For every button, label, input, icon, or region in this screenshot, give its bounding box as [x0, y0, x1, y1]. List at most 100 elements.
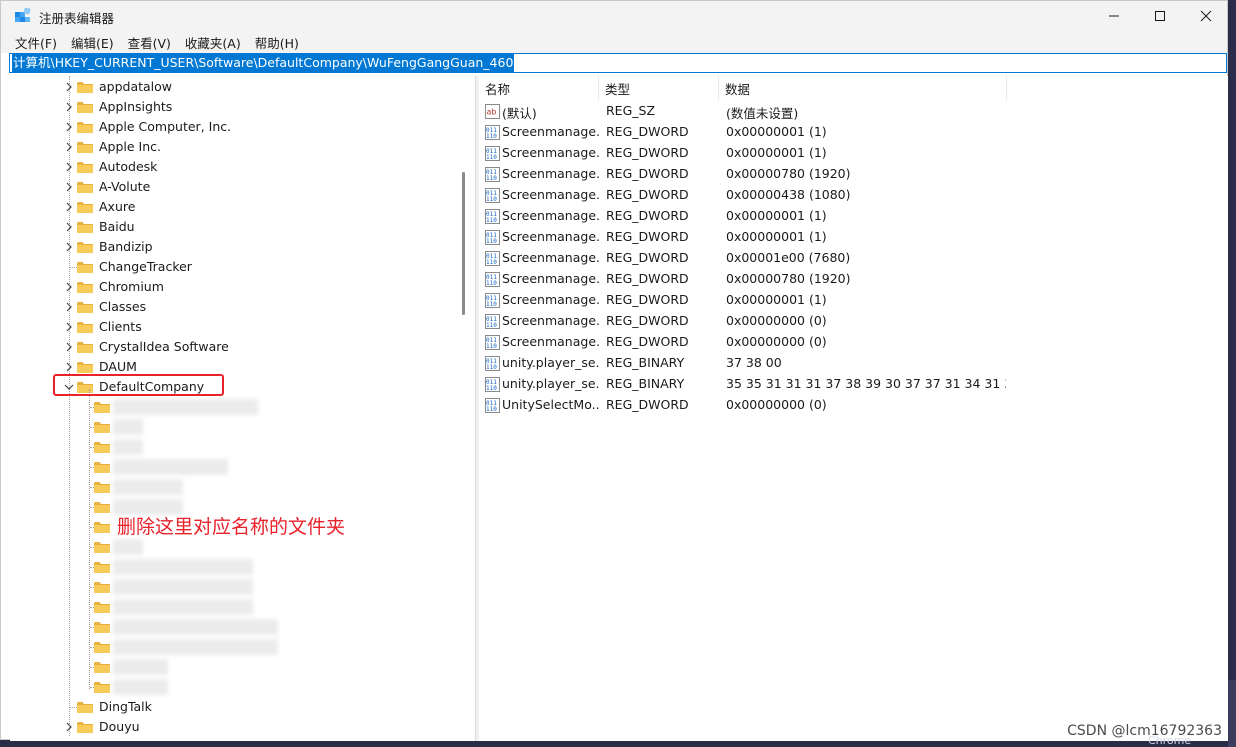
tree-item-label[interactable]: Chromium — [99, 279, 164, 294]
tree-item-label[interactable]: Douyu — [99, 719, 140, 734]
value-row[interactable]: 011 110 Screenmanage... REG_DWORD 0x00000000… — [479, 332, 1228, 353]
value-row[interactable]: 011 110 Screenmanage... REG_DWORD 0x00000001… — [479, 227, 1228, 248]
value-row[interactable]: 011 110 Screenmanage... REG_DWORD 0x00000001… — [479, 290, 1228, 311]
value-data: 0x00000780 (1920) — [726, 166, 851, 181]
binary-value-icon: 011110 — [485, 398, 500, 413]
menu-favorites[interactable]: 收藏夹(A) — [179, 33, 247, 52]
svg-text:ab: ab — [487, 108, 497, 117]
maximize-icon — [1155, 11, 1165, 21]
svg-text:110: 110 — [486, 385, 497, 392]
child-folder-icon — [94, 522, 110, 533]
value-row[interactable]: 011 110 unity.player_se... REG_BINARY 35 35 … — [479, 374, 1228, 395]
key-tree-pane[interactable]: appdatalow AppInsights Apple Computer, Inc… — [10, 76, 475, 741]
child-folder-icon — [94, 422, 110, 433]
value-row[interactable]: ab (默认) REG_SZ (数值未设置) — [479, 101, 1228, 122]
value-row[interactable]: 011 110 Screenmanage... REG_DWORD 0x00000780… — [479, 164, 1228, 185]
chevron-right-icon[interactable] — [64, 342, 74, 352]
chevron-right-icon[interactable] — [64, 322, 74, 332]
binary-value-icon: 011110 — [485, 314, 500, 329]
tree-item-label[interactable]: CrystalIdea Software — [99, 339, 229, 354]
registry-editor-window: 注册表编辑器 文件(F) 编辑(E) 查看(V) 收藏夹(A) 帮助(H) 计算… — [0, 0, 1229, 741]
chevron-right-icon[interactable] — [64, 362, 74, 372]
value-name: Screenmanage... — [502, 334, 599, 349]
tree-item-label[interactable]: Apple Computer, Inc. — [99, 119, 231, 134]
tree-item-label[interactable]: DAUM — [99, 359, 137, 374]
child-folder-icon — [94, 402, 110, 413]
value-row[interactable]: 011 110 Screenmanage... REG_DWORD 0x00001e00… — [479, 248, 1228, 269]
folder-icon — [77, 362, 93, 373]
address-bar[interactable]: 计算机\HKEY_CURRENT_USER\Software\DefaultCo… — [9, 53, 1227, 73]
tree-item-label[interactable]: DingTalk — [99, 699, 152, 714]
folder-icon — [77, 162, 93, 173]
value-data: 0x00000001 (1) — [726, 208, 827, 223]
tree-guide-line — [89, 389, 90, 689]
tree-item-label[interactable]: Baidu — [99, 219, 135, 234]
tree-item-label[interactable]: Autodesk — [99, 159, 157, 174]
chevron-right-icon[interactable] — [64, 122, 74, 132]
obscured-folder-name — [113, 579, 253, 595]
chevron-right-icon[interactable] — [64, 102, 74, 112]
folder-icon — [77, 322, 93, 333]
value-row[interactable]: 011 110 Screenmanage... REG_DWORD 0x00000438… — [479, 185, 1228, 206]
column-header-data[interactable]: 数据 — [719, 76, 1007, 100]
value-row[interactable]: 011 110 Screenmanage... REG_DWORD 0x00000001… — [479, 122, 1228, 143]
close-button[interactable] — [1183, 1, 1229, 31]
tree-scrollbar-thumb[interactable] — [462, 172, 465, 315]
menu-view[interactable]: 查看(V) — [122, 33, 177, 52]
chevron-right-icon[interactable] — [64, 222, 74, 232]
binary-value-icon: 011110 — [485, 167, 500, 182]
chevron-right-icon[interactable] — [64, 82, 74, 92]
value-data: 35 35 31 31 31 37 38 39 30 37 37 31 34 3… — [726, 376, 1006, 391]
chevron-right-icon[interactable] — [64, 182, 74, 192]
value-data: 0x00000001 (1) — [726, 145, 827, 160]
chevron-right-icon[interactable] — [64, 722, 74, 732]
tree-item-label[interactable]: Apple Inc. — [99, 139, 161, 154]
chevron-right-icon[interactable] — [64, 202, 74, 212]
chevron-right-icon[interactable] — [64, 162, 74, 172]
binary-value-icon: 011110 — [485, 251, 500, 266]
value-type: REG_DWORD — [606, 271, 689, 286]
value-row[interactable]: 011 110 unity.player_se... REG_BINARY 37 38 … — [479, 353, 1228, 374]
value-name: Screenmanage... — [502, 229, 599, 244]
chevron-right-icon[interactable] — [64, 142, 74, 152]
column-header-type[interactable]: 类型 — [599, 76, 719, 100]
tree-item-label[interactable]: AppInsights — [99, 99, 172, 114]
value-data: 37 38 00 — [726, 355, 782, 370]
tree-item-label[interactable]: Clients — [99, 319, 142, 334]
close-icon — [1200, 10, 1212, 22]
minimize-button[interactable] — [1091, 1, 1137, 31]
value-row[interactable]: 011 110 Screenmanage... REG_DWORD 0x00000000… — [479, 311, 1228, 332]
tree-item-label[interactable]: ChangeTracker — [99, 259, 192, 274]
svg-text:110: 110 — [486, 322, 497, 329]
folder-icon — [77, 342, 93, 353]
address-path[interactable]: 计算机\HKEY_CURRENT_USER\Software\DefaultCo… — [12, 54, 515, 72]
chevron-right-icon[interactable] — [64, 302, 74, 312]
value-name: Screenmanage... — [502, 166, 599, 181]
values-list-pane[interactable]: 名称 类型 数据 ab (默认) REG_SZ (数值未设置) 011 110 Screen… — [479, 76, 1228, 741]
menu-file[interactable]: 文件(F) — [9, 33, 63, 52]
tree-item-label[interactable]: appdatalow — [99, 79, 172, 94]
menu-edit[interactable]: 编辑(E) — [65, 33, 120, 52]
value-row[interactable]: 011 110 UnitySelectMo... REG_DWORD 0x0000000… — [479, 395, 1228, 416]
obscured-folder-name — [113, 619, 278, 635]
tree-item-label[interactable]: Classes — [99, 299, 146, 314]
value-name: UnitySelectMo... — [502, 397, 599, 412]
menu-help[interactable]: 帮助(H) — [249, 33, 305, 52]
svg-text:110: 110 — [486, 259, 497, 266]
tree-item-label[interactable]: Bandizip — [99, 239, 153, 254]
value-type: REG_DWORD — [606, 187, 689, 202]
tree-item-label[interactable]: A-Volute — [99, 179, 150, 194]
chevron-right-icon[interactable] — [64, 282, 74, 292]
obscured-folder-name — [113, 559, 253, 575]
value-row[interactable]: 011 110 Screenmanage... REG_DWORD 0x00000001… — [479, 143, 1228, 164]
value-row[interactable]: 011 110 Screenmanage... REG_DWORD 0x00000780… — [479, 269, 1228, 290]
tree-item-label[interactable]: Axure — [99, 199, 135, 214]
maximize-button[interactable] — [1137, 1, 1183, 31]
chevron-right-icon[interactable] — [64, 242, 74, 252]
child-folder-icon — [94, 642, 110, 653]
column-header-name[interactable]: 名称 — [479, 76, 599, 100]
registry-editor-app-icon — [15, 8, 31, 22]
child-folder-icon — [94, 582, 110, 593]
value-data: 0x00000000 (0) — [726, 334, 827, 349]
value-row[interactable]: 011 110 Screenmanage... REG_DWORD 0x00000001… — [479, 206, 1228, 227]
